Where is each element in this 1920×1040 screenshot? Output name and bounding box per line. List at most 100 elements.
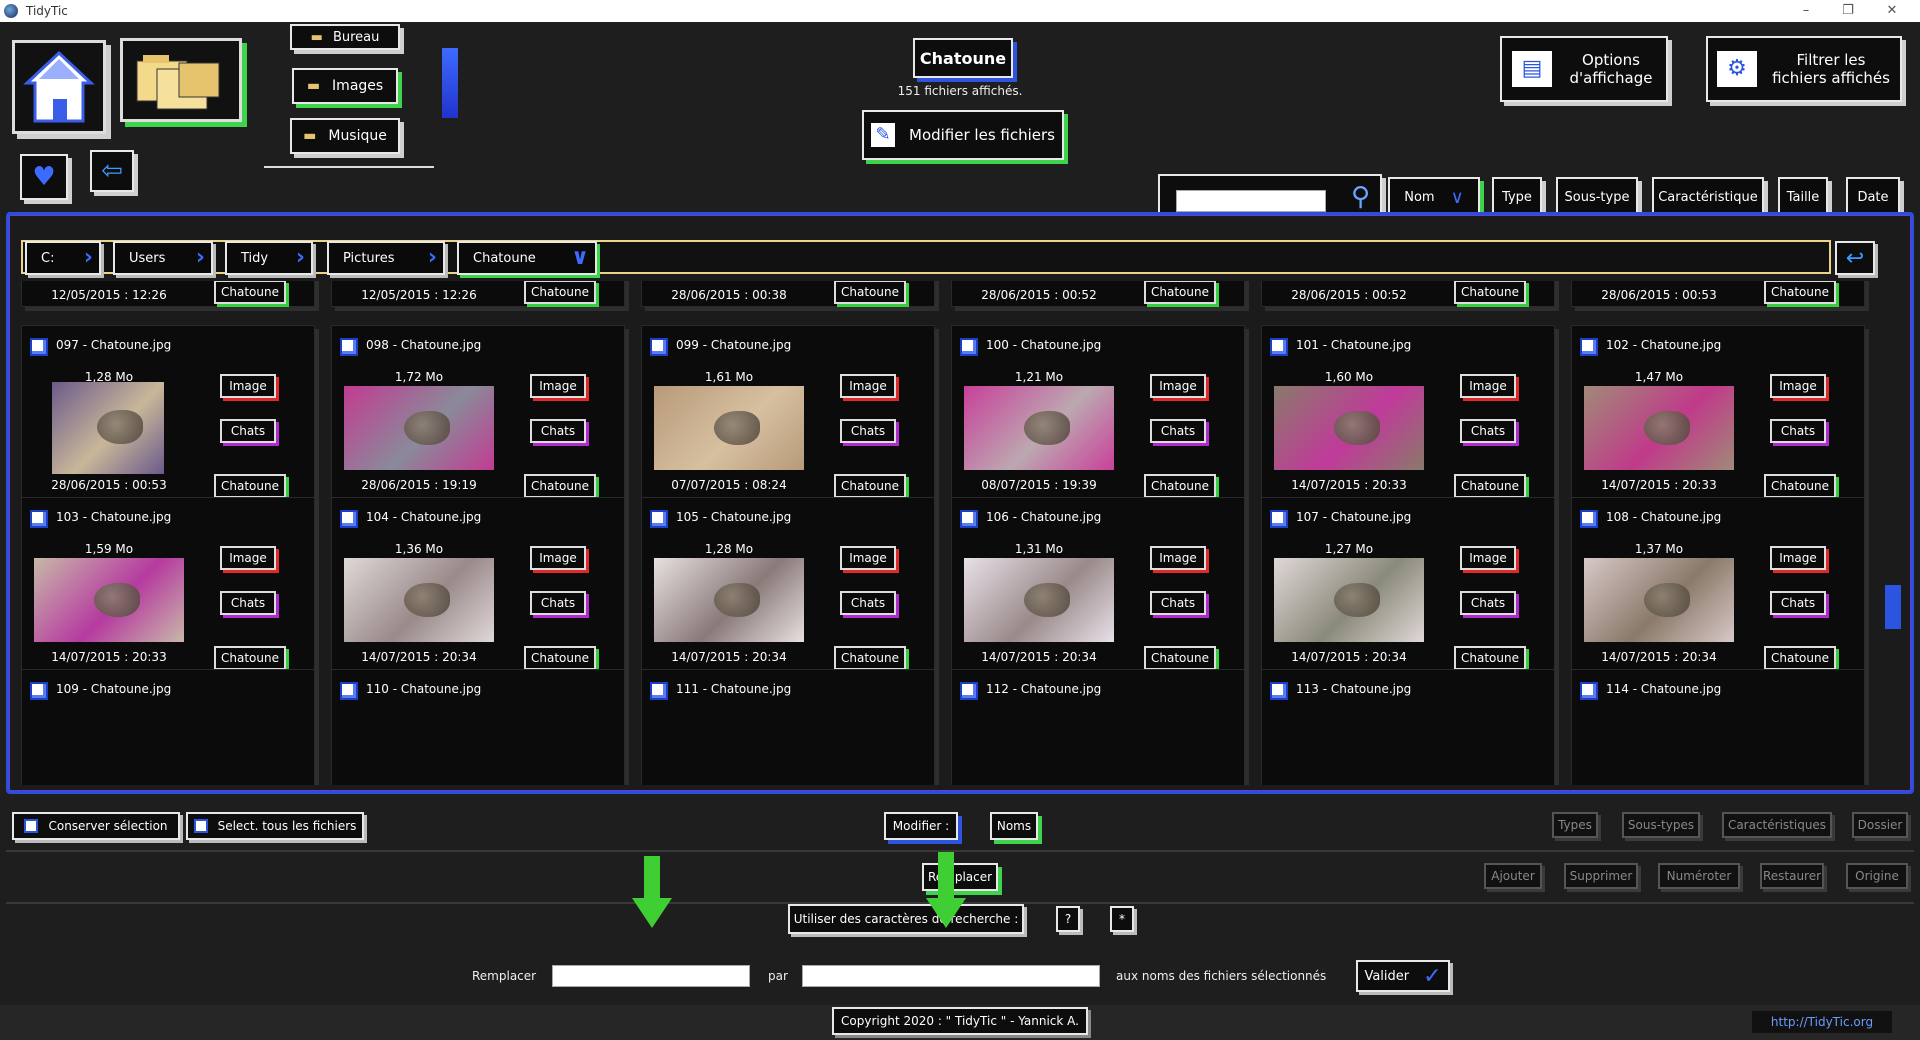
close-button[interactable]: ✕: [1880, 2, 1904, 20]
restore-button[interactable]: ❐: [1836, 2, 1860, 20]
tag-type[interactable]: Image: [1460, 546, 1516, 570]
valider-button[interactable]: Valider ✓: [1356, 960, 1450, 992]
website-link[interactable]: http://TidyTic.org: [1752, 1011, 1892, 1033]
file-card[interactable]: 099 - Chatoune.jpg 1,61 Mo 07/07/2015 : 08…: [641, 325, 935, 515]
folder-shortcut-bureau[interactable]: ▬ Bureau: [290, 24, 400, 50]
tag-subtype[interactable]: Chats: [1460, 419, 1516, 443]
modify-files-button[interactable]: ✎ Modifier les fichiers: [862, 110, 1064, 160]
file-thumbnail[interactable]: [344, 558, 494, 642]
supprimer-button[interactable]: Supprimer: [1564, 863, 1638, 889]
file-card[interactable]: 097 - Chatoune.jpg 1,28 Mo 28/06/2015 : 00…: [21, 325, 315, 515]
minimize-button[interactable]: –: [1794, 2, 1818, 20]
file-thumbnail[interactable]: [964, 386, 1114, 470]
file-checkbox[interactable]: [650, 338, 668, 356]
file-checkbox[interactable]: [1270, 338, 1288, 356]
file-card[interactable]: 105 - Chatoune.jpg 1,28 Mo 14/07/2015 : 20…: [641, 497, 935, 687]
sort-subtype-button[interactable]: Sous-type: [1556, 177, 1638, 217]
sort-name-button[interactable]: Nom ∨: [1388, 177, 1480, 217]
types-button[interactable]: Types: [1552, 812, 1598, 838]
search-input[interactable]: [1176, 190, 1326, 212]
file-checkbox[interactable]: [340, 682, 358, 700]
file-card[interactable]: 108 - Chatoune.jpg 1,37 Mo 14/07/2015 : 20…: [1571, 497, 1865, 687]
back-button[interactable]: ⇦: [90, 150, 134, 192]
favorites-button[interactable]: ♥: [20, 154, 68, 200]
tag-carac[interactable]: Chatoune: [1454, 646, 1526, 670]
wildcard-star-button[interactable]: *: [1110, 906, 1134, 932]
breadcrumb-item[interactable]: Users ›: [113, 241, 213, 275]
file-checkbox[interactable]: [1580, 510, 1598, 528]
file-card[interactable]: 114 - Chatoune.jpg: [1571, 669, 1865, 785]
sort-size-button[interactable]: Taille: [1778, 177, 1828, 217]
tag-subtype[interactable]: Chats: [530, 591, 586, 615]
tag-type[interactable]: Image: [1770, 374, 1826, 398]
tag-carac[interactable]: Chatoune: [1454, 474, 1526, 498]
tag-subtype[interactable]: Chats: [220, 419, 276, 443]
folder-shortcut-musique[interactable]: ▬ Musique: [290, 118, 400, 154]
file-thumbnail[interactable]: [1274, 558, 1424, 642]
tag-type[interactable]: Image: [840, 374, 896, 398]
tag-carac[interactable]: Chatoune: [1764, 646, 1836, 670]
tag-type[interactable]: Image: [1150, 546, 1206, 570]
tag-subtype[interactable]: Chats: [1460, 591, 1516, 615]
file-thumbnail[interactable]: [654, 558, 804, 642]
tag-subtype[interactable]: Chats: [1150, 591, 1206, 615]
tag-carac[interactable]: Chatoune: [1764, 474, 1836, 498]
tag-subtype[interactable]: Chats: [530, 419, 586, 443]
wildcard-question-button[interactable]: ?: [1056, 906, 1080, 932]
sort-type-button[interactable]: Type: [1492, 177, 1542, 217]
file-thumbnail[interactable]: [1274, 386, 1424, 470]
tag-type[interactable]: Image: [220, 374, 276, 398]
replace-input[interactable]: [552, 965, 750, 987]
file-card[interactable]: 103 - Chatoune.jpg 1,59 Mo 14/07/2015 : 20…: [21, 497, 315, 687]
origine-button[interactable]: Origine: [1846, 863, 1908, 889]
file-card[interactable]: 104 - Chatoune.jpg 1,36 Mo 14/07/2015 : 20…: [331, 497, 625, 687]
keep-selection-button[interactable]: Conserver sélection: [12, 812, 180, 840]
sort-date-button[interactable]: Date: [1846, 177, 1900, 217]
file-card[interactable]: 107 - Chatoune.jpg 1,27 Mo 14/07/2015 : 20…: [1261, 497, 1555, 687]
numeroter-button[interactable]: Numéroter: [1658, 863, 1740, 889]
undo-button[interactable]: ↩: [1835, 241, 1875, 275]
file-card[interactable]: 102 - Chatoune.jpg 1,47 Mo 14/07/2015 : 20…: [1571, 325, 1865, 515]
breadcrumb-current[interactable]: Chatoune ∨: [457, 241, 597, 275]
display-options-button[interactable]: ▤ Options d'affichage: [1500, 36, 1668, 102]
tag-carac[interactable]: Chatoune: [834, 646, 906, 670]
tag-subtype[interactable]: Chats: [220, 591, 276, 615]
tag-carac[interactable]: Chatoune: [214, 646, 286, 670]
file-card[interactable]: 101 - Chatoune.jpg 1,60 Mo 14/07/2015 : 20…: [1261, 325, 1555, 515]
tag-carac[interactable]: Chatoune: [834, 474, 906, 498]
file-checkbox[interactable]: [650, 682, 668, 700]
tag-carac[interactable]: Chatoune: [1454, 281, 1526, 304]
sort-carac-button[interactable]: Caractéristique: [1652, 177, 1764, 217]
file-card[interactable]: 109 - Chatoune.jpg: [21, 669, 315, 785]
filter-files-button[interactable]: ⚙ Filtrer les fichiers affichés: [1706, 36, 1902, 102]
file-card[interactable]: 12/05/2015 : 12:26 Chatoune: [21, 281, 315, 307]
file-card[interactable]: 28/06/2015 : 00:53 Chatoune: [1571, 281, 1865, 307]
tag-type[interactable]: Image: [530, 374, 586, 398]
restaurer-button[interactable]: Restaurer: [1760, 863, 1824, 889]
files-scrollbar-thumb[interactable]: [1885, 585, 1901, 629]
tag-subtype[interactable]: Chats: [1150, 419, 1206, 443]
tag-carac[interactable]: Chatoune: [524, 646, 596, 670]
tag-type[interactable]: Image: [220, 546, 276, 570]
tag-carac[interactable]: Chatoune: [1144, 474, 1216, 498]
file-checkbox[interactable]: [960, 338, 978, 356]
file-card[interactable]: 28/06/2015 : 00:52 Chatoune: [1261, 281, 1555, 307]
file-card[interactable]: 12/05/2015 : 12:26 Chatoune: [331, 281, 625, 307]
tag-type[interactable]: Image: [840, 546, 896, 570]
tag-type[interactable]: Image: [1460, 374, 1516, 398]
tag-subtype[interactable]: Chats: [1770, 591, 1826, 615]
file-checkbox[interactable]: [340, 338, 358, 356]
file-thumbnail[interactable]: [654, 386, 804, 470]
file-checkbox[interactable]: [1270, 682, 1288, 700]
tag-subtype[interactable]: Chats: [840, 419, 896, 443]
file-card[interactable]: 113 - Chatoune.jpg: [1261, 669, 1555, 785]
folder-shortcut-images[interactable]: ▬ Images: [292, 68, 398, 104]
file-thumbnail[interactable]: [52, 382, 164, 474]
tag-carac[interactable]: Chatoune: [1144, 646, 1216, 670]
tag-type[interactable]: Image: [1770, 546, 1826, 570]
tag-carac[interactable]: Chatoune: [834, 281, 906, 304]
file-checkbox[interactable]: [960, 682, 978, 700]
file-card[interactable]: 112 - Chatoune.jpg: [951, 669, 1245, 785]
breadcrumb-item[interactable]: C: ›: [25, 241, 101, 275]
file-thumbnail[interactable]: [964, 558, 1114, 642]
